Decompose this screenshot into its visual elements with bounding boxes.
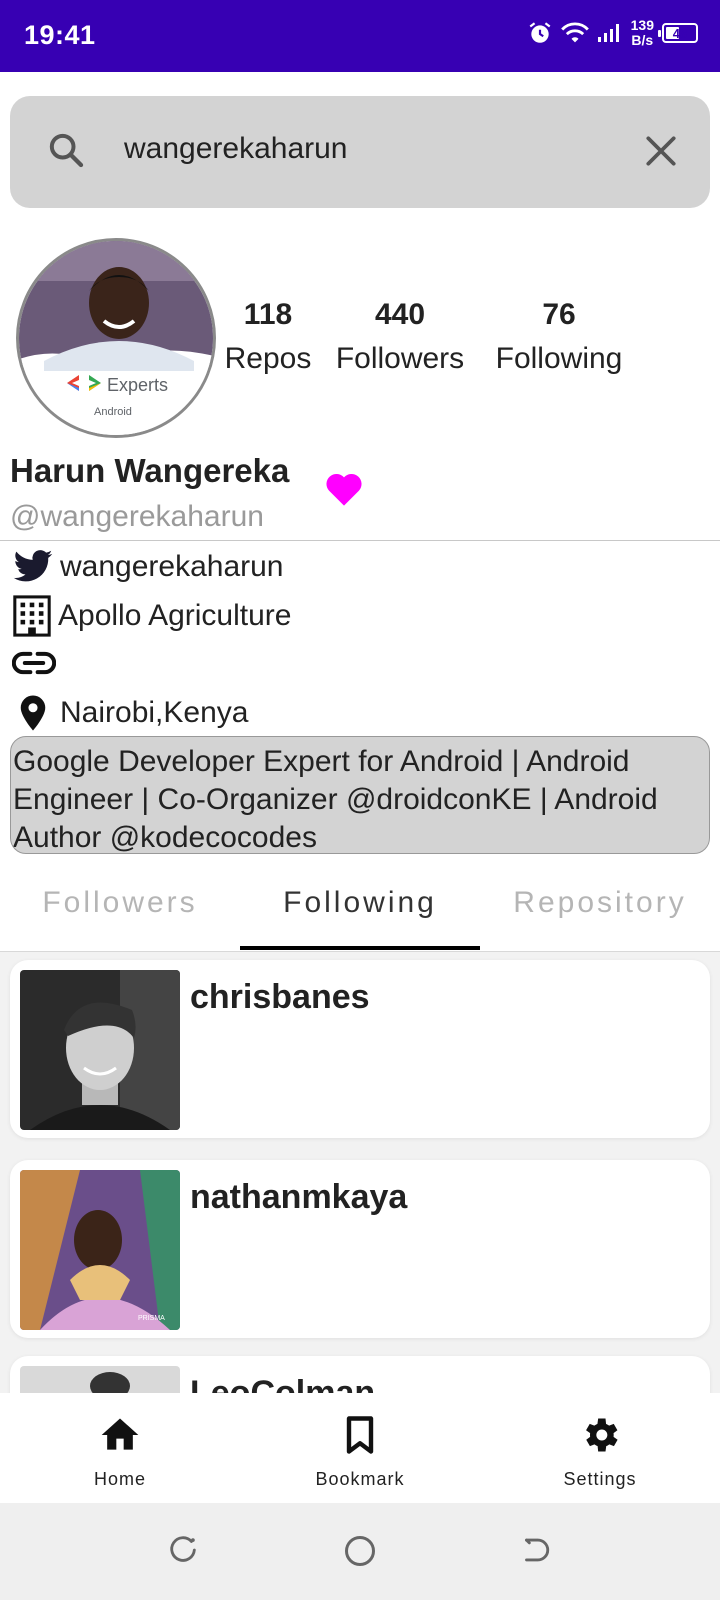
profile-bio: Google Developer Expert for Android | An… [10, 736, 710, 854]
status-icons: 139 B/s 48 [527, 18, 698, 48]
nav-bookmark[interactable]: Bookmark [240, 1393, 480, 1503]
avatar: Experts Android [16, 238, 216, 438]
profile-tabs: Followers Following Repository [0, 856, 720, 952]
following-username: chrisbanes [190, 978, 370, 1016]
home-circle-icon[interactable] [342, 1533, 378, 1569]
avatar-badge-subtext: Android [94, 406, 132, 418]
following-count: 76 [542, 298, 576, 331]
profile-name: Harun Wangereka [10, 452, 290, 489]
wifi-icon [560, 22, 589, 43]
list-item[interactable]: LeoColman [10, 1356, 710, 1393]
search-bar[interactable]: wangerekaharun [10, 96, 710, 208]
stat-following[interactable]: 76 Following [484, 298, 634, 376]
settings-gear-icon [586, 1418, 618, 1452]
alarm-icon [529, 22, 551, 43]
following-username: LeoColman [190, 1374, 376, 1393]
nav-home[interactable]: Home [0, 1393, 240, 1503]
location-text: Nairobi,Kenya [60, 696, 249, 729]
battery-icon: 48 [658, 23, 698, 43]
back-icon[interactable] [518, 1533, 552, 1567]
user-avatar [20, 970, 180, 1130]
following-username: nathanmkaya [190, 1178, 408, 1216]
list-item[interactable]: PRISMA nathanmkaya [10, 1160, 710, 1338]
status-time: 19:41 [24, 20, 96, 50]
close-icon[interactable] [642, 132, 680, 170]
status-bar: 19:41 139 B/s 48 [0, 0, 720, 72]
followers-count: 440 [374, 298, 426, 331]
avatar-image: Experts Android [19, 241, 213, 435]
bookmark-icon [346, 1416, 374, 1454]
tab-following[interactable]: Following [240, 886, 480, 920]
network-speed-unit: B/s [631, 32, 654, 48]
twitter-row[interactable]: wangerekaharun [12, 548, 284, 586]
user-avatar [20, 1366, 180, 1393]
stat-followers[interactable]: 440 Followers [326, 298, 474, 376]
location-pin-icon [20, 695, 46, 731]
nav-settings[interactable]: Settings [480, 1393, 720, 1503]
avatar-badge-text: Experts [107, 375, 168, 395]
nav-bookmark-label: Bookmark [315, 1469, 405, 1489]
repos-label: Repos [224, 342, 312, 375]
user-avatar: PRISMA [20, 1170, 180, 1330]
tab-followers[interactable]: Followers [0, 886, 240, 920]
list-item[interactable]: chrisbanes [10, 960, 710, 1138]
company-name: Apollo Agriculture [58, 599, 292, 632]
nav-settings-label: Settings [563, 1469, 637, 1489]
home-icon [101, 1418, 139, 1450]
twitter-handle: wangerekaharun [60, 550, 284, 583]
search-input[interactable]: wangerekaharun [124, 132, 348, 166]
network-speed: 139 B/s [631, 18, 654, 48]
company-row: Apollo Agriculture [12, 595, 291, 637]
favorite-heart-icon[interactable] [324, 470, 364, 508]
nav-home-label: Home [93, 1469, 146, 1489]
search-icon[interactable] [46, 130, 86, 170]
tab-indicator [240, 946, 480, 950]
signal-icon [597, 24, 619, 42]
location-row: Nairobi,Kenya [12, 692, 248, 734]
svg-text:PRISMA: PRISMA [138, 1315, 165, 1322]
building-icon [13, 595, 51, 637]
stat-repos[interactable]: 118 Repos [218, 298, 318, 376]
recent-apps-icon[interactable] [166, 1533, 200, 1567]
system-navigation-bar [0, 1503, 720, 1600]
twitter-icon [13, 550, 53, 582]
tab-repository[interactable]: Repository [480, 886, 720, 920]
following-label: Following [495, 342, 623, 375]
battery-level: 48 [672, 25, 688, 41]
followers-label: Followers [335, 342, 465, 375]
repos-count: 118 [243, 298, 293, 331]
link-row[interactable] [12, 648, 62, 678]
following-list[interactable]: chrisbanes PRISMA nathanmkaya LeoColman [0, 952, 720, 1393]
link-icon[interactable] [12, 648, 56, 678]
profile-handle: @wangerekaharun [10, 500, 264, 533]
divider [0, 540, 720, 541]
bottom-navigation: Home Bookmark Settings [0, 1393, 720, 1503]
network-speed-value: 139 [630, 17, 654, 33]
